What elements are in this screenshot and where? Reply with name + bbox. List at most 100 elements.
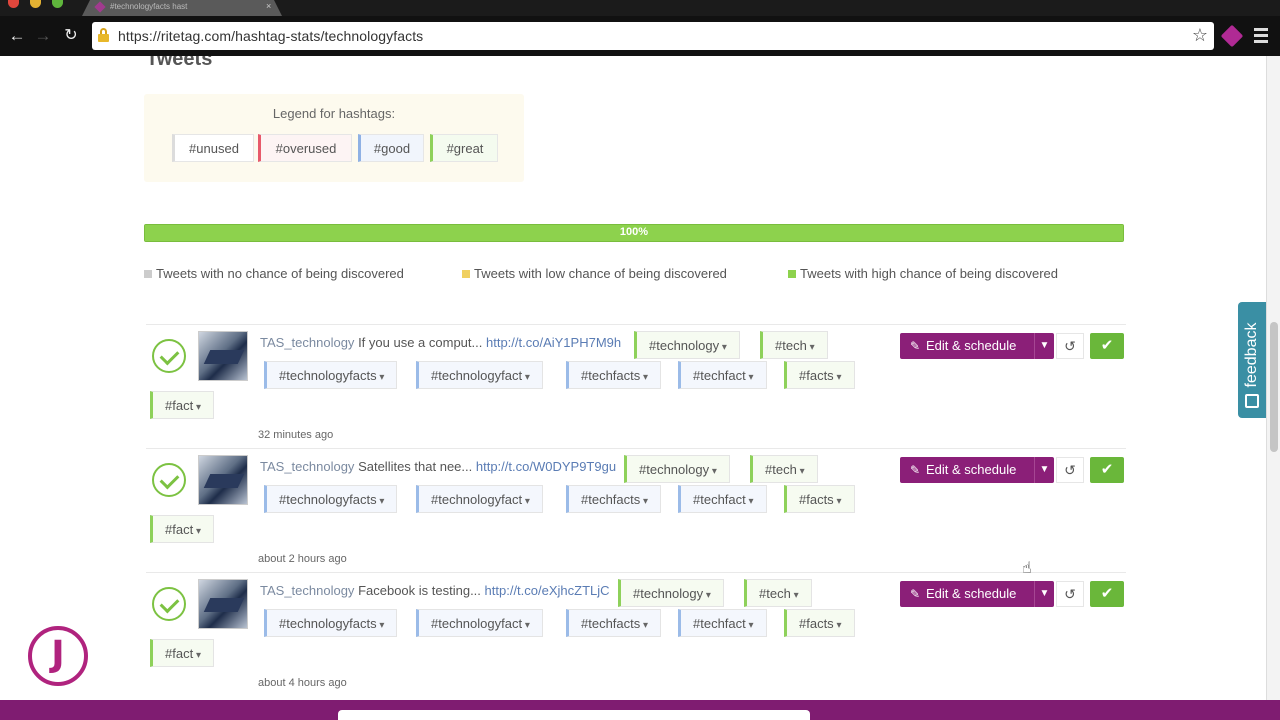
lock-icon	[98, 28, 109, 42]
hashtag-techfacts[interactable]: #techfacts	[566, 485, 662, 513]
check-circle-icon[interactable]	[152, 463, 186, 497]
caret-down-icon[interactable]: ▼	[1034, 333, 1054, 359]
bottom-input[interactable]	[338, 710, 810, 720]
undo-button[interactable]: ↺	[1056, 581, 1084, 607]
address-bar[interactable]: https://ritetag.com/hashtag-stats/techno…	[92, 22, 1214, 50]
hashtag-technologyfact[interactable]: #technologyfact	[416, 609, 543, 637]
undo-button[interactable]: ↺	[1056, 457, 1084, 483]
feedback-tab[interactable]: feedback	[1238, 302, 1266, 418]
hashtag-technologyfacts[interactable]: #technologyfacts	[264, 485, 398, 513]
status-swatch-green	[788, 270, 796, 278]
extension-icon[interactable]	[1220, 24, 1244, 48]
tweet-link[interactable]: http://t.co/eXjhcZTLjC	[485, 583, 610, 598]
hashtag-facts[interactable]: #facts	[784, 609, 855, 637]
hashtag-techfact[interactable]: #techfact	[678, 485, 767, 513]
browser-tab-bar: #technologyfacts hast ×	[0, 0, 1280, 16]
tab-title: #technologyfacts hast	[110, 2, 188, 11]
edit-schedule-label: Edit & schedule	[926, 462, 1017, 477]
forward-arrow-icon[interactable]: →	[32, 25, 54, 47]
pencil-icon: ✎	[910, 339, 921, 353]
page-scrollbar[interactable]	[1266, 56, 1280, 700]
hashtag-legend: Legend for hashtags: #unused #overused #…	[144, 94, 524, 182]
hashtag-facts[interactable]: #facts	[784, 361, 855, 389]
edit-schedule-button[interactable]: ✎ Edit & schedule ▼	[900, 333, 1054, 359]
hashtag-techfact[interactable]: #techfact	[678, 361, 767, 389]
hashtag-fact[interactable]: #fact	[150, 391, 214, 419]
undo-button[interactable]: ↺	[1056, 333, 1084, 359]
tweet-text: If you use a comput...	[358, 335, 483, 350]
caret-down-icon[interactable]: ▼	[1034, 457, 1054, 483]
minimize-window-icon[interactable]	[30, 0, 41, 8]
avatar	[198, 455, 248, 505]
hashtag-fact[interactable]: #fact	[150, 639, 214, 667]
tweet-row: TAS_technology Facebook is testing... ht…	[146, 572, 1126, 696]
tweet-text: Satellites that nee...	[358, 459, 473, 474]
close-window-icon[interactable]	[8, 0, 19, 8]
hashtag-tech[interactable]: #tech	[744, 579, 812, 607]
hashtag-tech[interactable]: #tech	[760, 331, 828, 359]
hashtag-technology[interactable]: #technology	[624, 455, 730, 483]
bookmark-star-icon[interactable]: ☆	[1192, 25, 1208, 46]
tweet-text: Facebook is testing...	[358, 583, 481, 598]
tweet-timestamp: 32 minutes ago	[258, 429, 334, 441]
hashtag-technology[interactable]: #technology	[634, 331, 740, 359]
hashtag-technologyfacts[interactable]: #technologyfacts	[264, 609, 398, 637]
hashtag-technology[interactable]: #technology	[618, 579, 724, 607]
undo-icon: ↺	[1064, 462, 1076, 478]
page-content: Tweets Legend for hashtags: #unused #ove…	[0, 56, 1266, 700]
status-high-chance: Tweets with high chance of being discove…	[788, 266, 1058, 281]
status-no-chance: Tweets with no chance of being discovere…	[144, 266, 404, 281]
hashtag-technologyfacts[interactable]: #technologyfacts	[264, 361, 398, 389]
undo-icon: ↺	[1064, 586, 1076, 602]
hashtag-techfact[interactable]: #techfact	[678, 609, 767, 637]
checkmark-icon: ✔	[1100, 461, 1114, 478]
url-text[interactable]: https://ritetag.com/hashtag-stats/techno…	[118, 28, 423, 44]
tweet-timestamp: about 4 hours ago	[258, 677, 347, 689]
tweet-text-line: TAS_technology Satellites that nee... ht…	[260, 459, 616, 474]
check-circle-icon[interactable]	[152, 587, 186, 621]
edit-schedule-label: Edit & schedule	[926, 586, 1017, 601]
legend-title: Legend for hashtags:	[272, 106, 396, 121]
tweet-user[interactable]: TAS_technology	[260, 335, 354, 350]
check-circle-icon[interactable]	[152, 339, 186, 373]
tweet-text-line: TAS_technology Facebook is testing... ht…	[260, 583, 610, 598]
hashtag-tech[interactable]: #tech	[750, 455, 818, 483]
feedback-label: feedback	[1243, 322, 1260, 388]
tweet-row: TAS_technology If you use a comput... ht…	[146, 324, 1126, 448]
tweet-row: TAS_technology Satellites that nee... ht…	[146, 448, 1126, 572]
hashtag-techfacts[interactable]: #techfacts	[566, 361, 662, 389]
tweet-link[interactable]: http://t.co/W0DYP9T9gu	[476, 459, 616, 474]
approve-button[interactable]: ✔	[1090, 333, 1124, 359]
browser-menu-icon[interactable]	[1254, 28, 1268, 44]
browser-tab[interactable]: #technologyfacts hast ×	[82, 0, 282, 16]
approve-button[interactable]: ✔	[1090, 457, 1124, 483]
avatar	[198, 331, 248, 381]
hashtag-facts[interactable]: #facts	[784, 485, 855, 513]
tab-close-icon[interactable]: ×	[266, 1, 271, 11]
hashtag-technologyfact[interactable]: #technologyfact	[416, 361, 543, 389]
tweet-user[interactable]: TAS_technology	[260, 583, 354, 598]
maximize-window-icon[interactable]	[52, 0, 63, 8]
scrollbar-thumb[interactable]	[1270, 322, 1278, 452]
back-arrow-icon[interactable]: ←	[6, 25, 28, 47]
logo-letter: J	[51, 634, 65, 675]
tweet-text-line: TAS_technology If you use a comput... ht…	[260, 335, 621, 350]
discovery-progress-bar: 100%	[144, 224, 1124, 242]
avatar	[198, 579, 248, 629]
status-swatch-gray	[144, 270, 152, 278]
edit-schedule-button[interactable]: ✎ Edit & schedule ▼	[900, 457, 1054, 483]
app-logo[interactable]: J	[28, 626, 88, 686]
hashtag-technologyfact[interactable]: #technologyfact	[416, 485, 543, 513]
edit-schedule-button[interactable]: ✎ Edit & schedule ▼	[900, 581, 1054, 607]
section-title: Tweets	[146, 56, 213, 70]
tweet-user[interactable]: TAS_technology	[260, 459, 354, 474]
tweet-link[interactable]: http://t.co/AiY1PH7M9h	[486, 335, 621, 350]
approve-button[interactable]: ✔	[1090, 581, 1124, 607]
hashtag-fact[interactable]: #fact	[150, 515, 214, 543]
hashtag-techfacts[interactable]: #techfacts	[566, 609, 662, 637]
tweet-timestamp: about 2 hours ago	[258, 553, 347, 565]
browser-toolbar: ← → ↻ https://ritetag.com/hashtag-stats/…	[0, 16, 1280, 56]
caret-down-icon[interactable]: ▼	[1034, 581, 1054, 607]
pencil-icon: ✎	[910, 587, 921, 601]
reload-icon[interactable]: ↻	[60, 25, 82, 47]
